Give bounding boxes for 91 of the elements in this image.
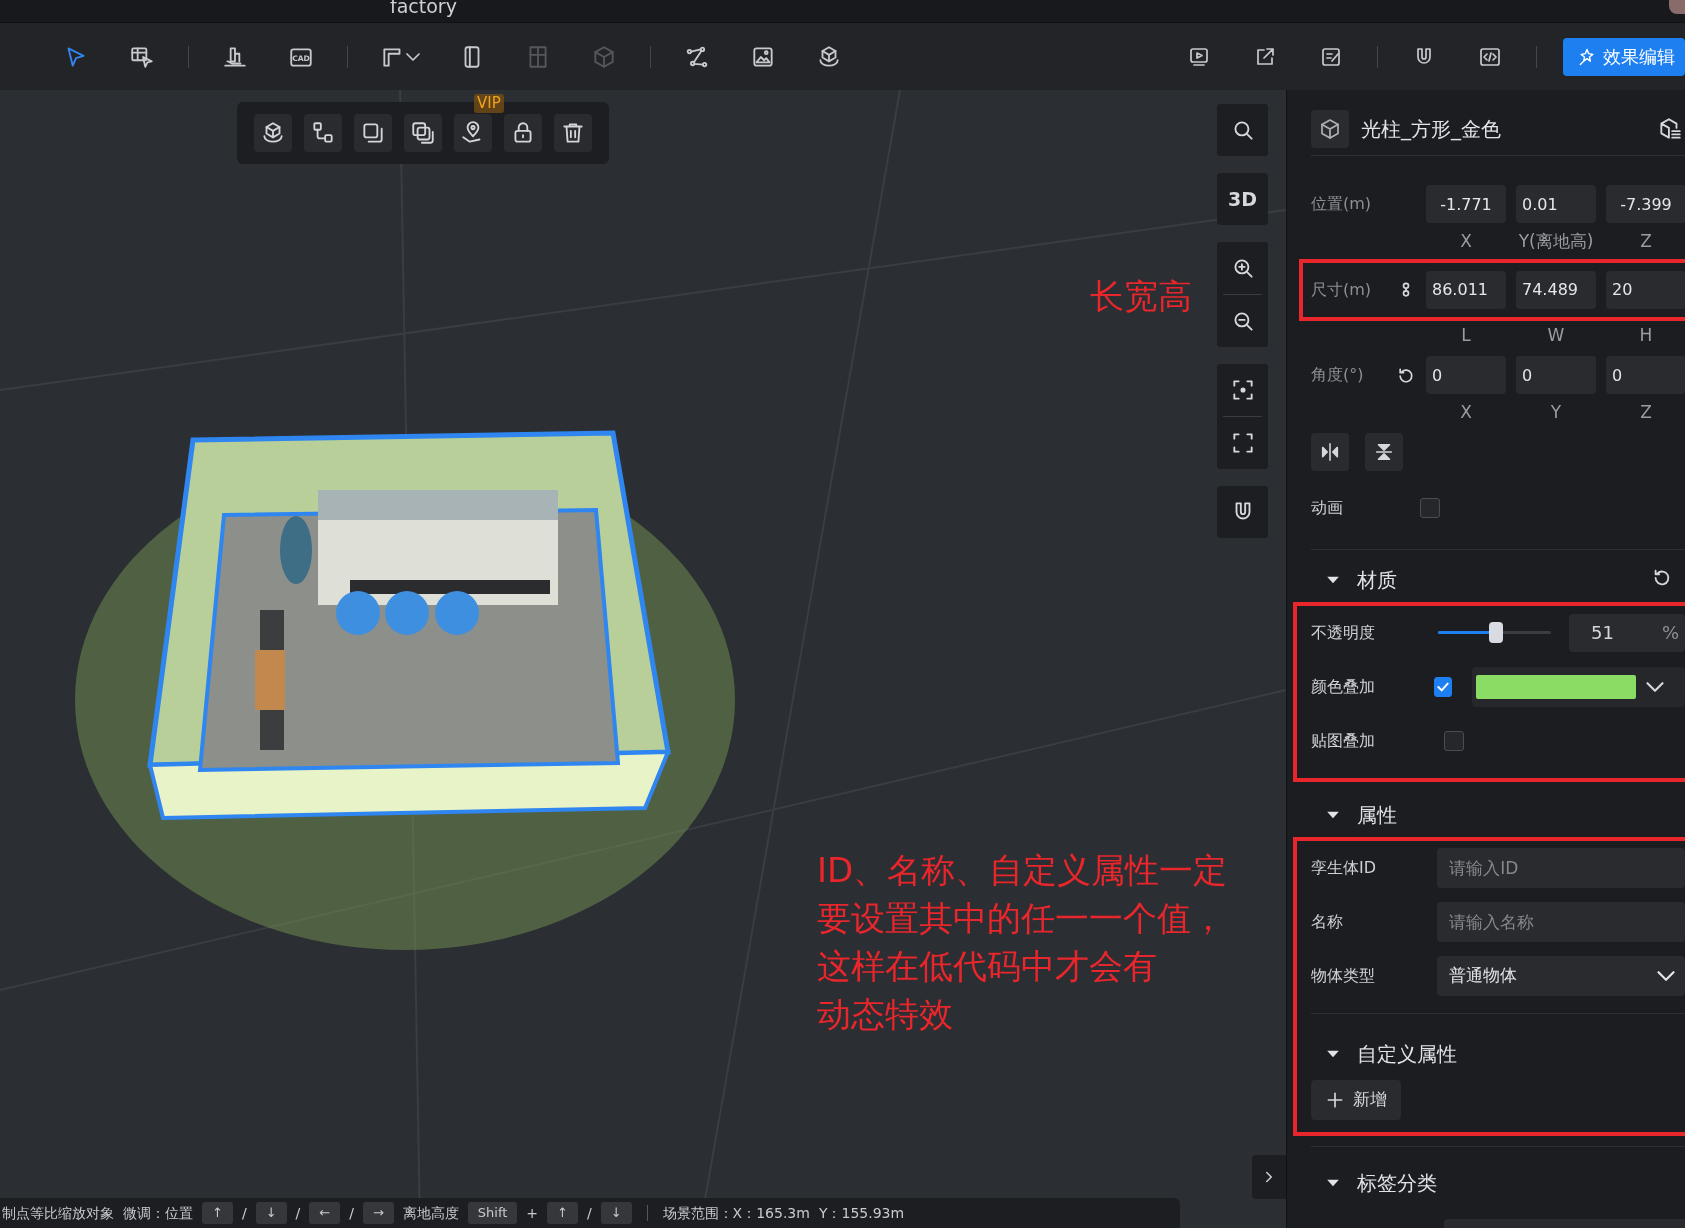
status-text: +: [526, 1203, 539, 1223]
number-input[interactable]: 0: [1606, 356, 1685, 394]
section-header[interactable]: 自定义属性: [1311, 1027, 1685, 1080]
lock-button[interactable]: [504, 114, 542, 152]
slider-thumb[interactable]: [1488, 621, 1503, 643]
select-field[interactable]: 普通物体: [1437, 955, 1685, 996]
caret-icon: [1646, 681, 1665, 692]
number-input[interactable]: -7.399: [1606, 185, 1685, 223]
checkbox[interactable]: [1433, 676, 1453, 697]
status-text: 微调：位置: [123, 1203, 193, 1223]
copy-button[interactable]: [354, 114, 392, 152]
number-input[interactable]: 86.011: [1426, 270, 1506, 309]
axis-label: Y: [1549, 401, 1563, 424]
field-label: 尺寸(m): [1311, 278, 1373, 301]
text-input[interactable]: 请输入名称: [1437, 901, 1685, 942]
cube-icon: [1318, 116, 1342, 141]
field-label: 颜色叠加: [1311, 675, 1376, 698]
key-cap: ←: [309, 1202, 341, 1224]
key-cap: Shift: [467, 1202, 518, 1224]
axis-label: W: [1546, 323, 1566, 347]
axis-label: H: [1638, 323, 1654, 347]
number-input[interactable]: 0.01: [1516, 185, 1596, 223]
field-label: 角度(°): [1311, 364, 1365, 386]
axis-label: L: [1460, 323, 1472, 347]
caret-icon: [1657, 970, 1675, 981]
key-cap: ↑: [202, 1202, 233, 1224]
key-cap: ↑: [547, 1202, 578, 1224]
key-cap: ↓: [255, 1202, 287, 1224]
snap-button[interactable]: [1217, 486, 1268, 538]
delete-button[interactable]: [554, 114, 592, 152]
vip-badge: VIP: [474, 94, 504, 113]
number-input[interactable]: -1.771: [1426, 185, 1506, 223]
text-input[interactable]: 请输入ID: [1437, 847, 1685, 888]
checkbox[interactable]: [1420, 497, 1440, 518]
duplicate-button[interactable]: [404, 114, 442, 152]
status-text: /: [241, 1203, 247, 1223]
field-label: 物体类型: [1311, 964, 1376, 987]
connect-icon: [310, 120, 336, 146]
axis-label: Y(离地高): [1517, 230, 1595, 253]
section-header[interactable]: 标签分类: [1311, 1156, 1685, 1209]
axis-label: X: [1459, 230, 1473, 253]
cube-icon: [591, 43, 617, 70]
search-button[interactable]: [1217, 104, 1268, 156]
color-picker[interactable]: [1472, 666, 1685, 707]
connect-button[interactable]: [304, 114, 342, 152]
status-text: /: [587, 1203, 592, 1223]
field-label: 孪生体ID: [1311, 856, 1378, 879]
number-input[interactable]: 51 %: [1569, 613, 1685, 652]
number-input[interactable]: 20: [1606, 270, 1685, 309]
cube-list-icon: [1657, 115, 1683, 142]
location-button[interactable]: [454, 114, 492, 152]
status-text: /: [349, 1203, 354, 1223]
status-text: 场景范围：X：165.3m: [662, 1203, 810, 1223]
mirror-vertical-button[interactable]: [1365, 432, 1403, 471]
key-cap: ↓: [600, 1202, 632, 1224]
annotation-text: ID、名称、自定义属性一定 要设置其中的任一一个值， 这样在低代码中才会有 动态特效: [817, 849, 1228, 1036]
field-label: 动画: [1311, 496, 1344, 519]
effect-edit-button[interactable]: 效果编辑: [1563, 37, 1685, 76]
annotation-text: 长宽高: [1090, 275, 1192, 318]
trash-icon: [560, 120, 586, 146]
field-label: 名称: [1311, 910, 1344, 933]
axis-label: X: [1459, 401, 1473, 424]
checkbox[interactable]: [1444, 730, 1464, 751]
object-title: 光柱_方形_金色: [1361, 115, 1502, 143]
axis-label: Z: [1639, 401, 1653, 424]
key-cap: →: [362, 1202, 394, 1224]
status-text: 制点等比缩放对象: [2, 1203, 114, 1223]
number-input[interactable]: 0: [1426, 356, 1506, 394]
copy-icon: [360, 120, 386, 146]
cube-rotate-icon: [260, 120, 286, 146]
avatar: [1669, 0, 1685, 14]
mirror-horizontal-button[interactable]: [1311, 432, 1349, 471]
add-button[interactable]: 新增: [1311, 1079, 1401, 1120]
section-header[interactable]: 属性: [1311, 788, 1685, 841]
status-text: /: [295, 1203, 301, 1223]
section-header[interactable]: 材质: [1311, 553, 1651, 606]
field-label: 位置(m): [1311, 193, 1373, 215]
cube-rotate-icon: [816, 43, 842, 70]
opacity-slider[interactable]: [1438, 621, 1552, 644]
field-label: 贴图叠加: [1311, 729, 1376, 752]
status-text: 离地高度: [402, 1203, 459, 1223]
number-input[interactable]: 0: [1516, 356, 1596, 394]
axis-label: Z: [1639, 230, 1653, 253]
model-button[interactable]: [254, 114, 292, 152]
field-label: 不透明度: [1311, 621, 1376, 644]
view-mode-button[interactable]: 3D: [1217, 173, 1268, 225]
caret-icon: [406, 52, 420, 61]
number-input[interactable]: 74.489: [1516, 270, 1596, 309]
stack-copy-icon: [410, 120, 436, 146]
status-text: Y：155.93m: [818, 1203, 905, 1223]
mirror-horizontal-icon: [1319, 440, 1341, 463]
